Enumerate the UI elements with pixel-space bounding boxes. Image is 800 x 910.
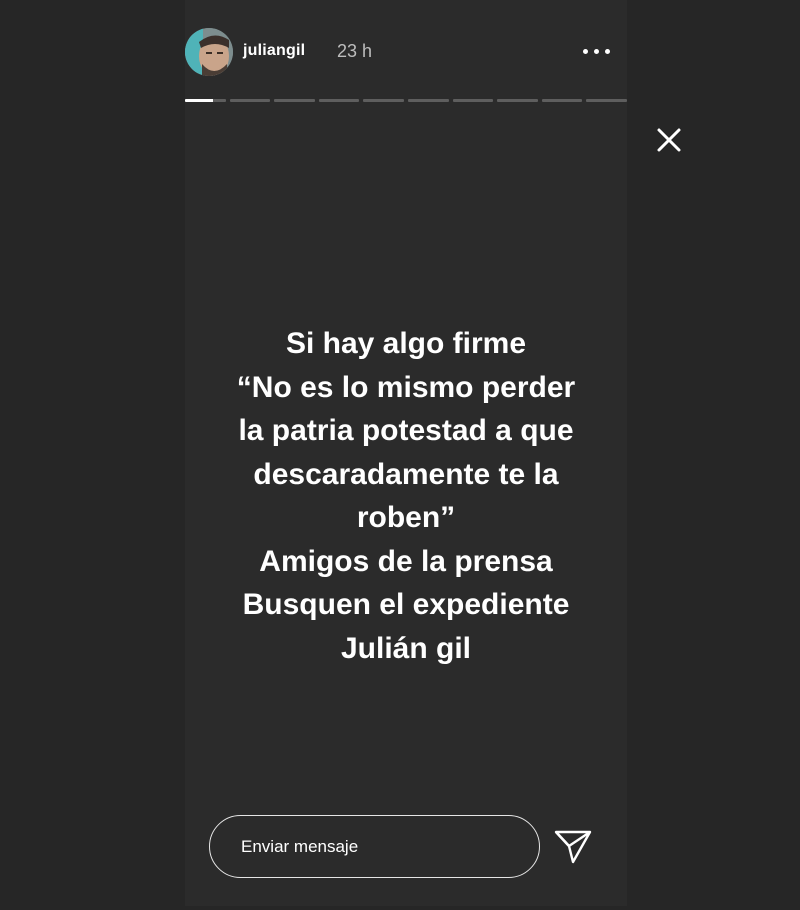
progress-segment [452, 99, 494, 102]
post-time: 23 h [337, 41, 373, 61]
more-options-button[interactable] [577, 36, 617, 66]
story-text-line: Julián gil [340, 631, 472, 665]
more-dot [605, 49, 610, 54]
send-button[interactable] [552, 826, 594, 866]
progress-segment-fill [185, 99, 214, 102]
story-text-line: “No es lo mismo perder [236, 370, 576, 404]
progress-segment [229, 99, 271, 102]
story-viewer: juliangil 23 h Si hay algo firme “No es l… [0, 0, 800, 910]
progress-segment [407, 99, 449, 102]
user-avatar[interactable] [185, 28, 233, 76]
more-dot [594, 49, 599, 54]
reply-placeholder: Enviar mensaje [241, 837, 359, 856]
story-text-line: la patria potestad a que [238, 414, 574, 447]
progress-segment [274, 99, 315, 102]
story-text-line: Busquen el expediente [242, 588, 570, 621]
story-text-line: Si hay algo firme [285, 327, 527, 360]
progress-segment [497, 99, 538, 102]
story-progress-bar [185, 99, 627, 102]
progress-segment [586, 99, 627, 102]
close-icon [657, 128, 681, 152]
reply-input[interactable]: Enviar mensaje [209, 815, 540, 878]
more-horizontal-icon [583, 49, 588, 54]
story-header: juliangil 23 h [185, 24, 627, 80]
avatar-image [185, 28, 233, 76]
story-text-line: Amigos de la prensa [259, 544, 553, 578]
progress-segment [363, 99, 404, 102]
close-button[interactable] [652, 123, 686, 157]
story-text-line: descaradamente te la [253, 457, 559, 491]
story-text: Si hay algo firme “No es lo mismo perder l… [185, 322, 627, 670]
progress-segment [318, 99, 360, 102]
send-icon [554, 830, 592, 864]
story-text-line: roben” [356, 501, 456, 534]
username[interactable]: juliangil [243, 42, 305, 60]
progress-segment [185, 99, 226, 102]
progress-segment [541, 99, 583, 102]
